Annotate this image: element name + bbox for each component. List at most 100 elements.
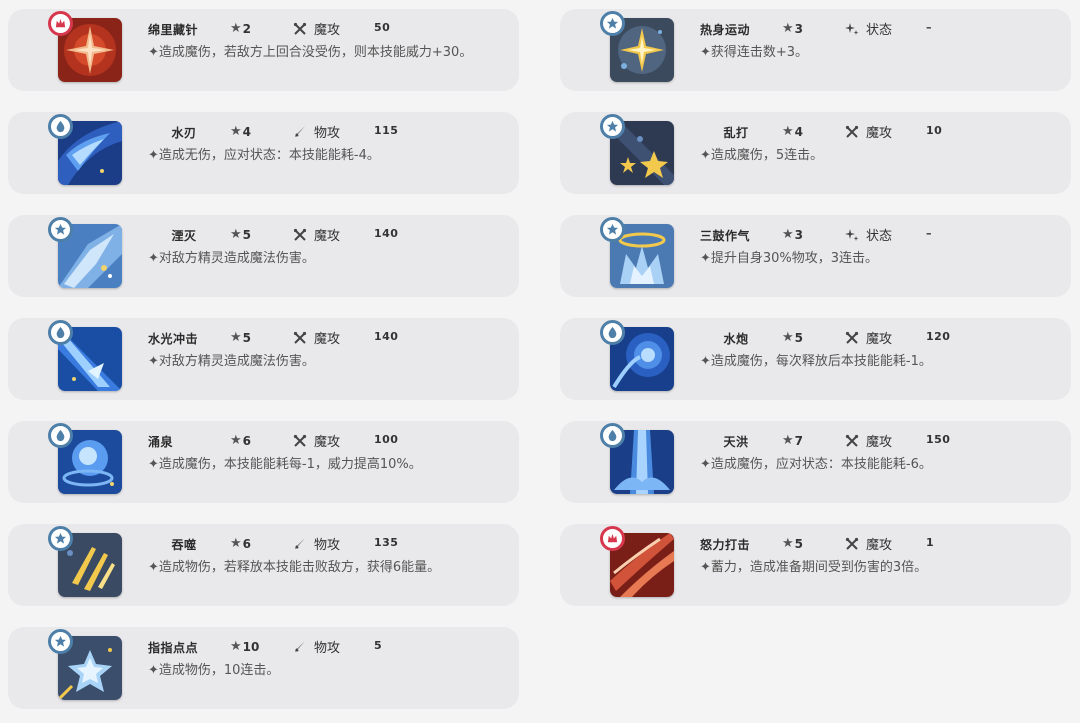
magic-attack-icon xyxy=(844,330,860,346)
skill-name: 水光冲击 xyxy=(148,332,199,346)
skill-description: ✦造成魔伤，5连击。 xyxy=(700,148,824,163)
skill-name: 湮灭 xyxy=(171,229,197,243)
skill-power: 115 xyxy=(374,124,399,137)
skill-stars: ★ 5 xyxy=(782,330,803,345)
skill-type: 魔攻 xyxy=(844,534,892,553)
star-icon: ★ xyxy=(782,330,794,345)
skill-stars: ★ 3 xyxy=(782,21,803,36)
magic-attack-icon xyxy=(292,433,308,449)
skill-name: 三鼓作气 xyxy=(700,229,751,243)
skill-type: 物攻 xyxy=(292,534,340,553)
skill-type-label: 物攻 xyxy=(314,126,341,141)
skill-name: 涌泉 xyxy=(148,435,174,449)
skill-name: 吞噬 xyxy=(171,538,197,552)
skill-stars: ★ 4 xyxy=(230,124,251,139)
skill-description: ✦造成魔伤，本技能能耗每-1，威力提高10%。 xyxy=(148,457,422,472)
skill-power: 10 xyxy=(926,124,943,137)
skill-type: 物攻 xyxy=(292,122,340,141)
skill-type: 魔攻 xyxy=(292,225,340,244)
skill-star-value: 5 xyxy=(794,536,804,551)
skill-star-value: 6 xyxy=(242,433,252,448)
star-icon: ★ xyxy=(782,227,794,242)
skill-star-value: 6 xyxy=(242,536,252,551)
skill-type-label: 魔攻 xyxy=(314,23,341,38)
star-icon: ★ xyxy=(782,124,794,139)
skill-star-value: 3 xyxy=(794,227,804,242)
skill-name: 水炮 xyxy=(723,332,749,346)
skill-star-value: 3 xyxy=(794,21,804,36)
skill-card[interactable]: 涌泉 ★ 6 魔攻 100 ✦造成魔伤，本技能能耗每-1，威力提高10%。 xyxy=(8,421,519,503)
star-icon: ★ xyxy=(782,433,794,448)
skill-card[interactable]: 乱打 ★ 4 魔攻 10 ✦造成魔伤，5连击。 xyxy=(560,112,1071,194)
skill-type: 魔攻 xyxy=(844,122,892,141)
crown-badge-icon xyxy=(48,11,73,36)
magic-attack-icon xyxy=(292,21,308,37)
skill-power: – xyxy=(926,21,932,34)
skill-star-value: 5 xyxy=(242,330,252,345)
skill-description: ✦蓄力，造成准备期间受到伤害的3倍。 xyxy=(700,560,928,575)
skill-power: 1 xyxy=(926,536,935,549)
skill-stars: ★ 5 xyxy=(230,227,251,242)
physical-attack-icon xyxy=(292,639,308,655)
skill-card[interactable]: 指指点点 ★ 10 物攻 5 ✦造成物伤，10连击。 xyxy=(8,627,519,709)
skill-description: ✦造成物伤，10连击。 xyxy=(148,663,280,678)
physical-attack-icon xyxy=(292,536,308,552)
skill-type-label: 魔攻 xyxy=(866,332,893,347)
skill-name: 绵里藏针 xyxy=(148,23,199,37)
skill-card[interactable]: 湮灭 ★ 5 魔攻 140 ✦对敌方精灵造成魔法伤害。 xyxy=(8,215,519,297)
skill-description: ✦造成魔伤，应对状态：本技能能耗-6。 xyxy=(700,457,932,472)
magic-attack-icon xyxy=(844,536,860,552)
skill-name: 水刃 xyxy=(171,126,197,140)
skill-star-value: 2 xyxy=(242,21,252,36)
skill-stars: ★ 7 xyxy=(782,433,803,448)
skill-star-value: 5 xyxy=(242,227,252,242)
skill-type-label: 魔攻 xyxy=(866,126,893,141)
water-drop-badge-icon xyxy=(48,114,73,139)
skill-type-label: 魔攻 xyxy=(866,538,893,553)
skill-name: 怒力打击 xyxy=(700,538,751,552)
skill-star-value: 10 xyxy=(242,639,260,654)
skill-type-label: 魔攻 xyxy=(314,332,341,347)
skill-name: 指指点点 xyxy=(148,641,199,655)
skill-card[interactable]: 水刃 ★ 4 物攻 115 ✦造成无伤，应对状态：本技能能耗-4。 xyxy=(8,112,519,194)
skill-description: ✦获得连击数+3。 xyxy=(700,45,809,60)
magic-attack-icon xyxy=(844,433,860,449)
skill-type-label: 魔攻 xyxy=(314,435,341,450)
magic-attack-icon xyxy=(292,227,308,243)
skill-type-label: 物攻 xyxy=(314,538,341,553)
skill-description: ✦造成魔伤，每次释放后本技能能耗-1。 xyxy=(700,354,932,369)
skill-type: 魔攻 xyxy=(292,19,340,38)
star-icon: ★ xyxy=(782,536,794,551)
skill-card[interactable]: 水光冲击 ★ 5 魔攻 140 ✦对敌方精灵造成魔法伤害。 xyxy=(8,318,519,400)
skill-card[interactable]: 吞噬 ★ 6 物攻 135 ✦造成物伤，若释放本技能击败敌方，获得6能量。 xyxy=(8,524,519,606)
skill-type: 魔攻 xyxy=(292,328,340,347)
magic-attack-icon xyxy=(844,124,860,140)
skill-type: 魔攻 xyxy=(844,431,892,450)
skill-power: 150 xyxy=(926,433,951,446)
skill-type: 物攻 xyxy=(292,637,340,656)
skill-star-value: 4 xyxy=(242,124,252,139)
skill-stars: ★ 2 xyxy=(230,21,251,36)
skill-card[interactable]: 天洪 ★ 7 魔攻 150 ✦造成魔伤，应对状态：本技能能耗-6。 xyxy=(560,421,1071,503)
skill-card[interactable]: 热身运动 ★ 3 状态 – ✦获得连击数+3。 xyxy=(560,9,1071,91)
status-icon xyxy=(844,227,860,243)
water-drop-badge-icon xyxy=(48,320,73,345)
skill-type-label: 魔攻 xyxy=(314,229,341,244)
water-drop-badge-icon xyxy=(600,423,625,448)
skill-description: ✦造成魔伤，若敌方上回合没受伤，则本技能威力+30。 xyxy=(148,45,473,60)
skill-card[interactable]: 怒力打击 ★ 5 魔攻 1 ✦蓄力，造成准备期间受到伤害的3倍。 xyxy=(560,524,1071,606)
skill-card[interactable]: 水炮 ★ 5 魔攻 120 ✦造成魔伤，每次释放后本技能能耗-1。 xyxy=(560,318,1071,400)
skill-type: 状态 xyxy=(844,19,892,38)
skill-card[interactable]: 绵里藏针 ★ 2 魔攻 50 ✦造成魔伤，若敌方上回合没受伤，则本技能威力+30… xyxy=(8,9,519,91)
water-drop-badge-icon xyxy=(48,423,73,448)
skill-card[interactable]: 三鼓作气 ★ 3 状态 – ✦提升自身30%物攻，3连击。 xyxy=(560,215,1071,297)
skill-stars: ★ 5 xyxy=(230,330,251,345)
skill-star-value: 5 xyxy=(794,330,804,345)
skill-description: ✦造成物伤，若释放本技能击败敌方，获得6能量。 xyxy=(148,560,441,575)
skill-description: ✦造成无伤，应对状态：本技能能耗-4。 xyxy=(148,148,380,163)
skill-description: ✦提升自身30%物攻，3连击。 xyxy=(700,251,879,266)
star-icon: ★ xyxy=(230,227,242,242)
skill-type-label: 状态 xyxy=(866,23,893,38)
magic-attack-icon xyxy=(292,330,308,346)
skill-type-label: 魔攻 xyxy=(866,435,893,450)
